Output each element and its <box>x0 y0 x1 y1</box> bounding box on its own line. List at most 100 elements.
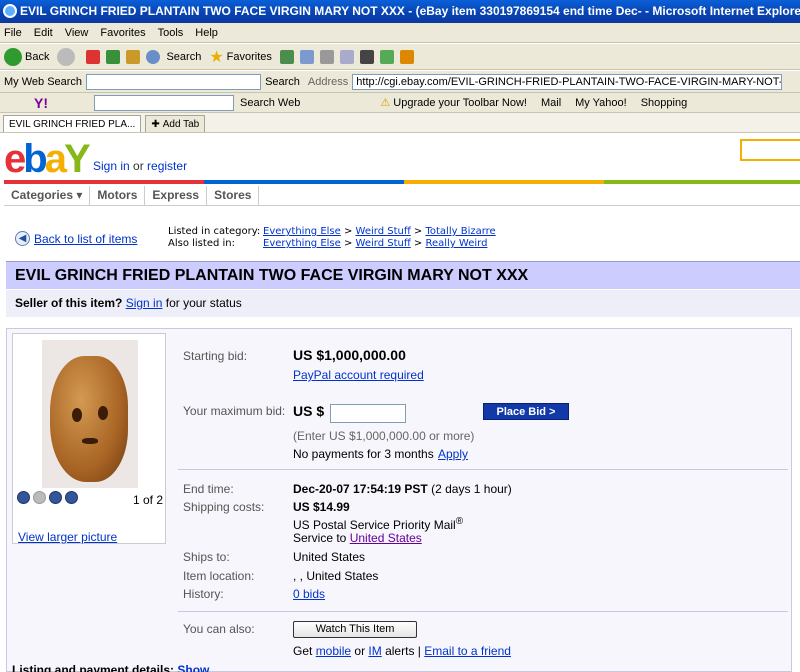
max-bid-input[interactable] <box>330 404 406 423</box>
ie-logo-icon <box>3 4 17 18</box>
nav-stores[interactable]: Stores <box>207 186 260 205</box>
ebay-nav: Categories ▾ Motors Express Stores <box>4 186 800 206</box>
show-details-link[interactable]: Show <box>177 663 209 672</box>
shopping-link[interactable]: Shopping <box>641 97 688 109</box>
seller-bar: Seller of this item? Sign in for your st… <box>6 290 800 317</box>
yahoo-logo-icon[interactable]: Y! <box>34 95 48 111</box>
next-picture-icon[interactable] <box>65 491 78 504</box>
tab-active[interactable]: EVIL GRINCH FRIED PLA... <box>3 114 142 132</box>
web-search-label: My Web Search <box>4 75 83 88</box>
my-yahoo-link[interactable]: My Yahoo! <box>575 97 627 109</box>
ebay-search-input[interactable] <box>740 139 800 161</box>
email-friend-link[interactable]: Email to a friend <box>424 644 511 658</box>
seller-signin-link[interactable]: Sign in <box>126 296 163 310</box>
prev-picture-icon[interactable] <box>17 491 30 504</box>
stop-icon[interactable] <box>86 49 101 64</box>
bid-history-link[interactable]: 0 bids <box>293 587 325 601</box>
cat1-link-1[interactable]: Everything Else <box>263 226 341 237</box>
messenger-icon[interactable] <box>379 49 394 64</box>
refresh-icon[interactable] <box>106 49 121 64</box>
view-larger-link[interactable]: View larger picture <box>18 530 117 544</box>
you-can-also-label: You can also: <box>183 622 255 636</box>
standard-toolbar: Back Search ★ Favorites <box>0 44 800 70</box>
get-text: Get <box>293 644 313 658</box>
forward-arrow-icon <box>57 47 76 66</box>
menu-file[interactable]: File <box>4 27 22 39</box>
max-bid-currency: US $ <box>293 403 325 419</box>
or-text: or <box>354 644 366 658</box>
address-input[interactable]: http://cgi.ebay.com/EVIL-GRINCH-FRIED-PL… <box>352 73 783 90</box>
location-label: Item location: <box>183 569 255 583</box>
web-search-button[interactable]: Search <box>265 76 300 88</box>
no-payments-text: No payments for 3 months <box>293 447 434 461</box>
home-icon[interactable] <box>126 49 141 64</box>
menu-tools[interactable]: Tools <box>158 27 184 39</box>
mail-icon[interactable] <box>299 49 314 64</box>
max-bid-label: Your maximum bid: <box>183 404 286 418</box>
media-icon[interactable] <box>359 49 374 64</box>
cat1-link-3[interactable]: Totally Bizarre <box>425 226 495 237</box>
menu-help[interactable]: Help <box>195 27 218 39</box>
cat2-link-3[interactable]: Really Weird <box>425 238 487 249</box>
ebay-page: ebaY Sign in or register Categories ▾ Mo… <box>0 133 800 672</box>
plantain-image <box>50 356 128 482</box>
nav-categories[interactable]: Categories ▾ <box>4 186 91 205</box>
back-to-list-link[interactable]: Back to list of items <box>34 232 137 246</box>
history-icon[interactable] <box>279 49 294 64</box>
stop-slideshow-icon[interactable] <box>33 491 46 504</box>
print-icon[interactable] <box>319 49 334 64</box>
smiley-icon[interactable] <box>399 49 414 64</box>
forward-button[interactable] <box>57 47 78 66</box>
service-to-row: Service to United States <box>293 531 422 545</box>
shipping-cost: US $14.99 <box>293 500 350 514</box>
menu-favorites[interactable]: Favorites <box>100 27 145 39</box>
menu-view[interactable]: View <box>65 27 89 39</box>
ebay-logo[interactable]: ebaY <box>4 137 91 182</box>
nav-motors[interactable]: Motors <box>90 186 146 205</box>
im-link[interactable]: IM <box>368 644 381 658</box>
register-link[interactable]: register <box>147 159 187 173</box>
warning-icon: ⚠ <box>380 97 391 109</box>
edit-icon[interactable] <box>339 49 354 64</box>
seller-question: Seller of this item? <box>15 296 123 310</box>
cat2-link-1[interactable]: Everything Else <box>263 238 341 249</box>
paypal-link[interactable]: PayPal account required <box>293 368 424 382</box>
play-slideshow-icon[interactable] <box>49 491 62 504</box>
magnifier-icon <box>146 49 161 64</box>
yahoo-mail-link[interactable]: Mail <box>541 97 561 109</box>
or-text: or <box>129 159 148 173</box>
listing-details: Listing and payment details: Show <box>12 663 209 672</box>
mobile-link[interactable]: mobile <box>316 644 351 658</box>
upgrade-toolbar-link[interactable]: ⚠ Upgrade your Toolbar Now! <box>380 96 527 109</box>
service-country-link[interactable]: United States <box>350 531 422 545</box>
watch-item-button[interactable]: Watch This Item <box>293 621 417 638</box>
back-circle-icon[interactable]: ◀ <box>15 231 30 246</box>
picture-pager: 1 of 2 <box>133 493 164 507</box>
place-bid-button[interactable]: Place Bid > <box>483 403 569 420</box>
search-button[interactable]: Search <box>146 49 201 64</box>
end-time-row: Dec-20-07 17:54:19 PST (2 days 1 hour) <box>293 482 512 496</box>
search-web-button[interactable]: Search Web <box>240 97 300 109</box>
star-icon: ★ <box>209 48 224 66</box>
cat2-link-2[interactable]: Weird Stuff <box>356 238 411 249</box>
menu-bar: File Edit View Favorites Tools Help <box>0 23 800 43</box>
listing-details-label: Listing and payment details: <box>12 663 175 672</box>
add-tab-button[interactable]: ✚ Add Tab <box>145 114 206 132</box>
signin-area: Sign in or register <box>93 159 187 173</box>
nav-express[interactable]: Express <box>145 186 208 205</box>
back-arrow-icon <box>4 47 22 66</box>
yahoo-toolbar: Y! Search Web ⚠ Upgrade your Toolbar Now… <box>0 93 800 113</box>
back-button[interactable]: Back <box>4 47 49 66</box>
menu-edit[interactable]: Edit <box>34 27 53 39</box>
cat1-link-2[interactable]: Weird Stuff <box>356 226 411 237</box>
shipping-method-row: US Postal Service Priority Mail® <box>293 516 463 532</box>
apply-link[interactable]: Apply <box>438 447 468 461</box>
web-search-input[interactable] <box>86 73 262 90</box>
favorites-button[interactable]: ★ Favorites <box>209 47 272 67</box>
shipping-label: Shipping costs: <box>183 500 265 514</box>
signin-link[interactable]: Sign in <box>93 159 130 173</box>
yahoo-search-input[interactable] <box>94 94 234 111</box>
item-photo[interactable] <box>42 340 138 488</box>
divider <box>178 469 788 470</box>
tab-bar: EVIL GRINCH FRIED PLA... ✚ Add Tab <box>0 113 800 133</box>
